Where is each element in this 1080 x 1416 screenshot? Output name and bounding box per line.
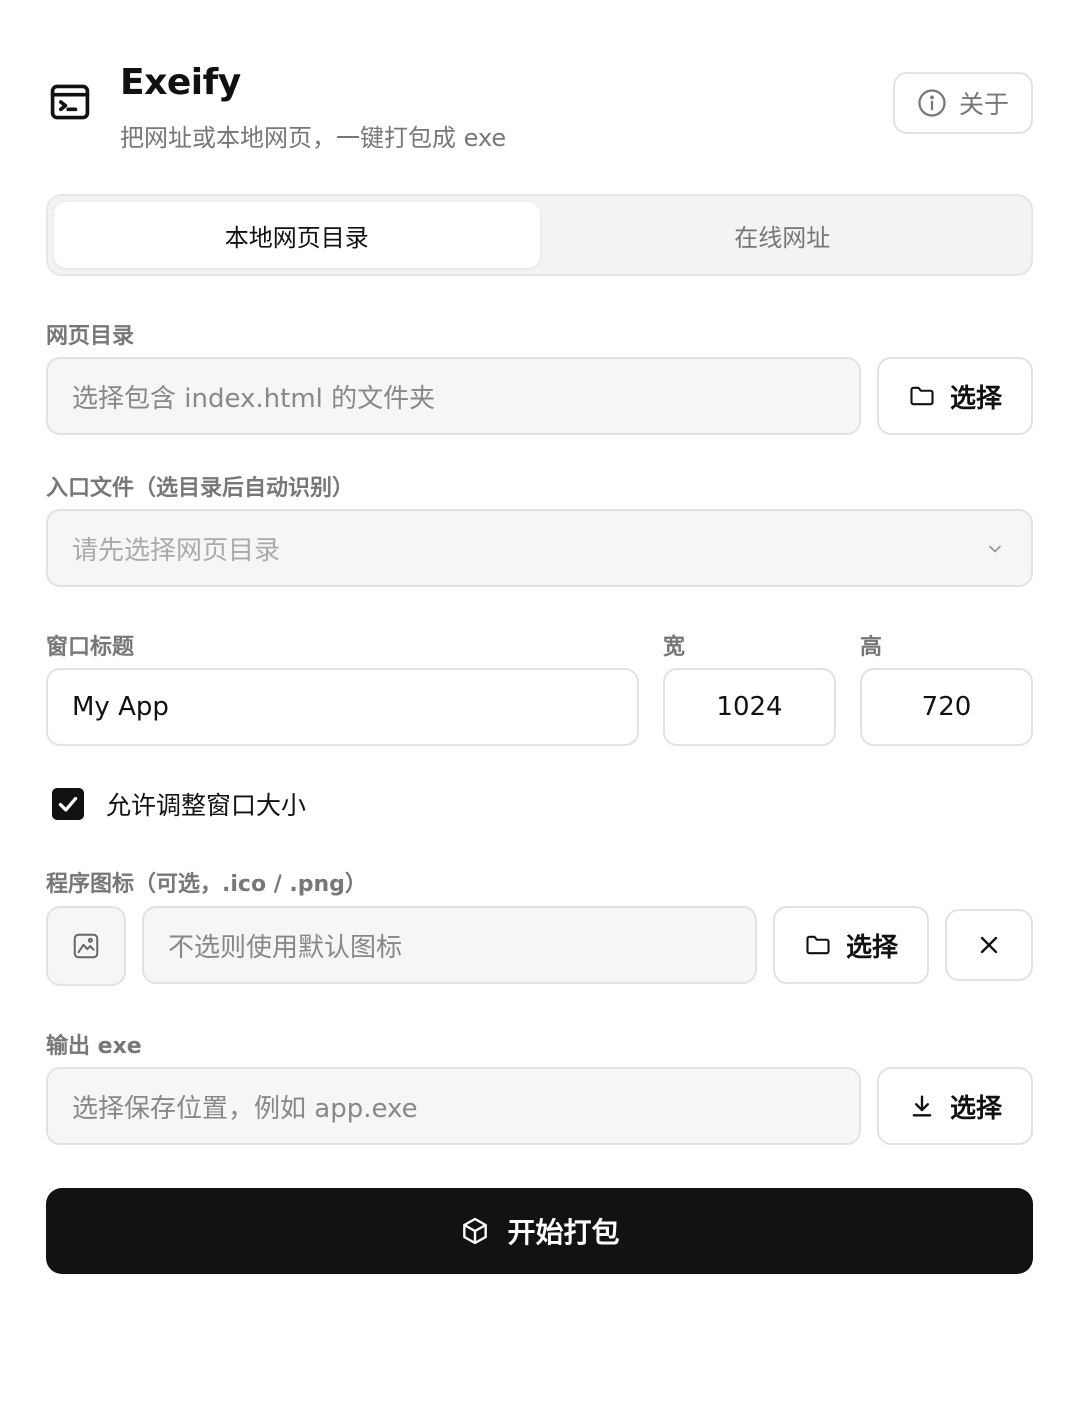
resizable-label: 允许调整窗口大小 — [106, 791, 307, 820]
info-icon — [918, 89, 946, 117]
icon-preview — [46, 906, 126, 986]
app-subtitle: 把网址或本地网页，一键打包成 exe — [120, 124, 507, 152]
package-icon — [463, 1217, 488, 1245]
download-icon — [912, 1095, 932, 1117]
output-label: 输出 exe — [46, 1034, 142, 1059]
app-title: Exeify — [120, 62, 241, 103]
window-title-input[interactable]: My App — [46, 668, 639, 746]
build-button-label: 开始打包 — [507, 1216, 620, 1249]
icon-input[interactable]: 不选则使用默认图标 — [142, 906, 757, 984]
about-label: 关于 — [958, 90, 1009, 119]
header: Exeify 把网址或本地网页，一键打包成 exe 关于 — [46, 0, 1033, 190]
folder-icon — [910, 386, 934, 406]
close-icon — [980, 936, 998, 954]
tab-local-dir[interactable]: 本地网页目录 — [54, 202, 540, 268]
icon-label: 程序图标（可选，.ico / .png） — [46, 872, 367, 897]
resizable-row: 允许调整窗口大小 — [52, 786, 306, 822]
folder-icon — [806, 935, 830, 955]
entry-select[interactable]: 请先选择网页目录 — [46, 509, 1033, 587]
window-title-label: 窗口标题 — [46, 635, 135, 660]
web-dir-input[interactable]: 选择包含 index.html 的文件夹 — [46, 357, 861, 435]
width-label: 宽 — [663, 635, 686, 660]
check-icon — [58, 796, 78, 812]
icon-select-button[interactable]: 选择 — [773, 906, 929, 984]
icon-select-label: 选择 — [845, 932, 898, 963]
tab-online-url[interactable]: 在线网址 — [540, 202, 1026, 268]
entry-label: 入口文件（选目录后自动识别） — [46, 476, 355, 501]
build-button[interactable]: 开始打包 — [46, 1188, 1033, 1274]
output-select-button[interactable]: 选择 — [877, 1067, 1033, 1145]
web-dir-select-label: 选择 — [949, 383, 1002, 414]
output-select-label: 选择 — [949, 1093, 1002, 1124]
output-input[interactable]: 选择保存位置，例如 app.exe — [46, 1067, 861, 1145]
height-label: 高 — [860, 635, 883, 660]
about-button[interactable]: 关于 — [893, 72, 1033, 134]
height-input[interactable]: 720 — [860, 668, 1033, 746]
image-icon — [73, 933, 99, 959]
web-dir-label: 网页目录 — [46, 324, 135, 349]
width-input[interactable]: 1024 — [663, 668, 836, 746]
chevron-down-icon — [989, 545, 1001, 553]
app-container: Exeify 把网址或本地网页，一键打包成 exe 关于 本地网页目录 在线网址… — [46, 0, 1033, 1274]
entry-placeholder: 请先选择网页目录 — [72, 535, 281, 566]
terminal-icon — [50, 84, 90, 120]
web-dir-select-button[interactable]: 选择 — [877, 357, 1033, 435]
icon-clear-button[interactable] — [945, 909, 1033, 981]
source-tabs: 本地网页目录 在线网址 — [46, 194, 1033, 276]
resizable-checkbox[interactable] — [52, 788, 84, 820]
